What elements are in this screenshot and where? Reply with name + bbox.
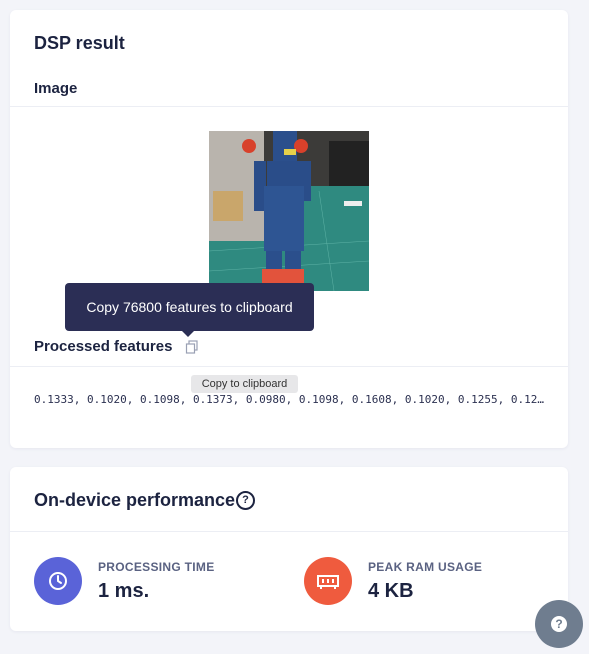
copy-icon[interactable] (185, 340, 199, 354)
sample-image (209, 131, 369, 291)
performance-title: On-device performance (34, 490, 236, 510)
peak-ram-label: PEAK RAM USAGE (368, 560, 483, 574)
peak-ram-value: 4 KB (368, 580, 414, 602)
divider (10, 531, 568, 532)
processed-features-label: Processed features (34, 338, 173, 355)
image-section-label: Image (34, 80, 78, 97)
clock-icon (34, 557, 82, 605)
processed-features-values: 0.1333, 0.1020, 0.1098, 0.1373, 0.0980, … (34, 393, 544, 406)
help-icon[interactable]: ? (236, 491, 255, 510)
processing-time-label: PROCESSING TIME (98, 560, 215, 574)
performance-card: On-device performance ? PROCESSING TIME … (10, 467, 568, 631)
copy-features-tooltip: Copy 76800 features to clipboard (65, 283, 314, 337)
ram-chip-icon (304, 557, 352, 605)
divider (10, 106, 568, 107)
copy-to-clipboard-tooltip: Copy to clipboard (191, 375, 298, 393)
dsp-result-title: DSP result (34, 33, 125, 53)
processing-time-value: 1 ms. (98, 580, 150, 602)
help-fab-button[interactable]: ? (535, 600, 583, 648)
divider (10, 366, 568, 367)
help-icon: ? (551, 616, 567, 632)
